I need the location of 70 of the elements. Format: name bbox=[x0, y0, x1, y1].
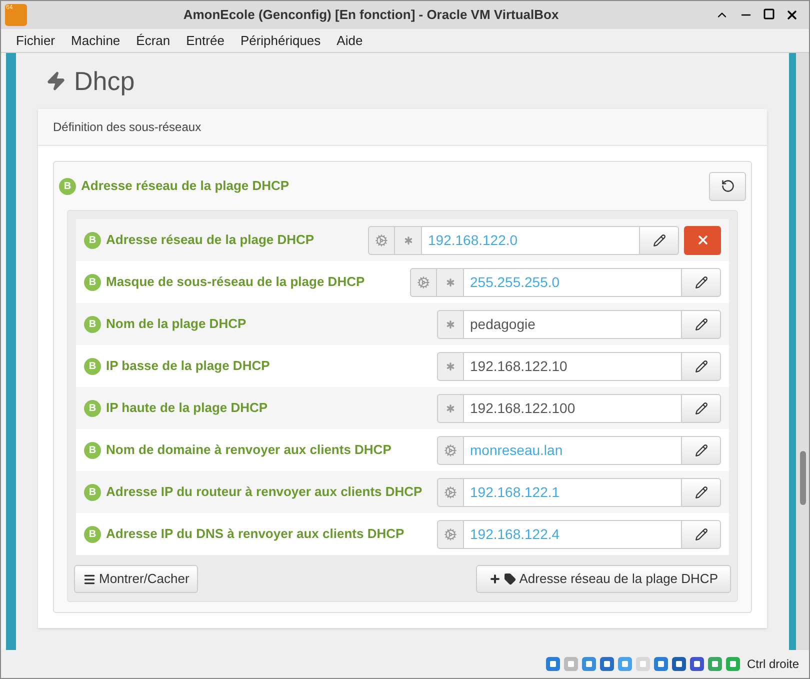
edit-button[interactable] bbox=[682, 436, 721, 464]
tag-icon bbox=[504, 573, 516, 585]
reset-button[interactable] bbox=[709, 172, 746, 200]
menu-item[interactable]: Périphériques bbox=[240, 30, 321, 50]
field-label: Adresse réseau de la plage DHCP bbox=[106, 231, 314, 250]
b-badge: B bbox=[84, 274, 101, 290]
menu-icon bbox=[83, 572, 96, 586]
add-entry-button[interactable]: Adresse réseau de la plage DHCP bbox=[476, 565, 731, 593]
edit-button[interactable] bbox=[682, 268, 721, 296]
b-badge: B bbox=[84, 442, 101, 458]
edit-icon bbox=[694, 444, 708, 456]
edit-icon bbox=[694, 486, 708, 498]
field-label: Masque de sous-réseau de la plage DHCP bbox=[106, 273, 365, 292]
asterisk-icon bbox=[437, 268, 464, 296]
panel-title: Définition des sous-réseaux bbox=[53, 119, 202, 136]
b-badge: B bbox=[59, 178, 76, 194]
window-title: AmonEcole (Genconfig) [En fonction] - Oracle VM VirtualBox bbox=[182, 6, 560, 24]
field-label: Adresse IP du DNS à renvoyer aux clients DHCP bbox=[106, 525, 404, 544]
edit-button[interactable] bbox=[640, 226, 679, 254]
page-title: Dhcp bbox=[74, 64, 135, 98]
asterisk-icon bbox=[437, 394, 464, 422]
maximize-icon[interactable] bbox=[763, 8, 775, 20]
menu-item[interactable]: Écran bbox=[136, 30, 170, 50]
b-badge: B bbox=[84, 316, 101, 332]
b-badge: B bbox=[84, 484, 101, 500]
edit-button[interactable] bbox=[682, 394, 721, 422]
menu-item[interactable]: Entrée bbox=[186, 30, 224, 50]
value-field[interactable]: 192.168.122.100 bbox=[464, 394, 682, 422]
edit-icon bbox=[694, 318, 708, 330]
edit-button[interactable] bbox=[682, 478, 721, 506]
b-badge: B bbox=[84, 358, 101, 374]
field-label: Nom de la plage DHCP bbox=[106, 315, 246, 334]
field-label: IP basse de la plage DHCP bbox=[106, 357, 270, 376]
host-key-label: Ctrl droite bbox=[746, 656, 799, 673]
asterisk-icon bbox=[437, 352, 464, 380]
edit-button[interactable] bbox=[682, 520, 721, 548]
gears-icon bbox=[437, 436, 464, 464]
value-field[interactable]: 192.168.122.10 bbox=[464, 352, 682, 380]
edit-icon bbox=[652, 234, 666, 246]
show-hide-button[interactable]: Montrer/Cacher bbox=[74, 565, 198, 593]
edit-icon bbox=[694, 360, 708, 372]
edit-icon bbox=[694, 528, 708, 540]
scrollbar-thumb[interactable] bbox=[800, 451, 806, 505]
b-badge: B bbox=[84, 526, 101, 542]
gears-icon bbox=[437, 520, 464, 548]
gears-icon bbox=[437, 478, 464, 506]
edit-icon bbox=[694, 276, 708, 288]
menu-item[interactable]: Fichier bbox=[16, 30, 56, 50]
field-label: IP haute de la plage DHCP bbox=[106, 399, 268, 418]
plus-icon bbox=[489, 573, 502, 585]
field-label: Adresse IP du routeur à renvoyer aux clients DHCP bbox=[106, 483, 422, 502]
group-label: Adresse réseau de la plage DHCP bbox=[81, 177, 290, 196]
edit-icon bbox=[694, 402, 708, 414]
close-icon bbox=[696, 233, 710, 247]
close-icon[interactable] bbox=[785, 8, 799, 22]
reset-icon bbox=[720, 179, 734, 193]
delete-button[interactable] bbox=[684, 226, 721, 254]
edit-button[interactable] bbox=[682, 352, 721, 380]
asterisk-icon bbox=[437, 310, 464, 338]
menu-item[interactable]: Machine bbox=[71, 30, 120, 50]
bolt-icon bbox=[46, 71, 66, 91]
menu-item[interactable]: Aide bbox=[336, 30, 363, 50]
asterisk-icon bbox=[395, 226, 422, 254]
value-field[interactable]: pedagogie bbox=[464, 310, 682, 338]
gears-icon bbox=[368, 226, 395, 254]
b-badge: B bbox=[84, 400, 101, 416]
gears-icon bbox=[410, 268, 437, 296]
field-label: Nom de domaine à renvoyer aux clients DHCP bbox=[106, 441, 392, 460]
b-badge: B bbox=[84, 232, 101, 248]
edit-button[interactable] bbox=[682, 310, 721, 338]
